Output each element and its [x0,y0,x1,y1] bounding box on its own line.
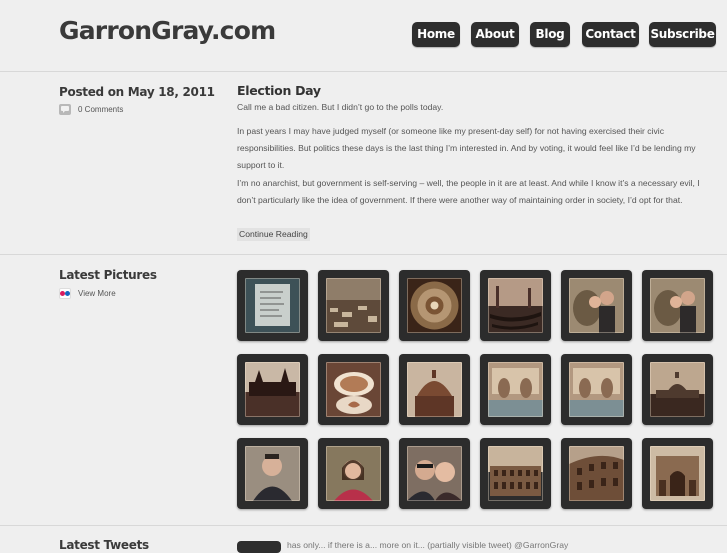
colosseum-photo [488,446,543,501]
venice-palace-photo [245,362,300,417]
photo-thumbnail[interactable] [237,270,308,341]
st-peters-photo [650,362,705,417]
couple-lion-statue-photo [650,278,705,333]
post-title[interactable]: Election Day [237,83,321,98]
latte-art-photo [326,362,381,417]
fountain-statues-photo [488,362,543,417]
photo-thumbnail[interactable] [480,354,551,425]
post-paragraph-2: In past years I may have judged myself (… [237,126,696,170]
photo-thumbnail[interactable] [399,438,470,509]
gondolas-photo [488,278,543,333]
photo-thumbnail[interactable] [399,270,470,341]
tweets-heading: Latest Tweets [59,538,149,552]
photo-thumbnail[interactable] [480,438,551,509]
man-portrait-photo [245,446,300,501]
nav-about-button[interactable]: About [471,22,519,47]
colosseum-wall-photo [569,446,624,501]
nav-contact-button[interactable]: Contact [582,22,639,47]
tweet-badge[interactable] [237,541,281,553]
site-title[interactable]: GarronGray.com [59,16,276,45]
church-dome-photo [407,362,462,417]
nav-subscribe-button[interactable]: Subscribe [649,22,716,47]
aerial-city-photo [326,278,381,333]
photo-thumbnail[interactable] [642,354,713,425]
tweet-text: has only... if there is a... more on it.… [287,540,569,550]
photo-thumbnail[interactable] [318,354,389,425]
photo-thumbnail[interactable] [237,354,308,425]
dome-interior-photo [407,278,462,333]
couple-selfie-photo [407,446,462,501]
post-paragraph-1: Call me a bad citizen. But I didn’t go t… [237,102,444,112]
post-date: Posted on May 18, 2011 [59,85,215,99]
comments-count: 0 Comments [78,105,124,114]
photo-thumbnail[interactable] [318,270,389,341]
photo-thumbnail[interactable] [642,270,713,341]
post-paragraph-3: I’m no anarchist, but government is self… [237,178,700,205]
flickr-icon [59,288,71,299]
note-card-photo [245,278,300,333]
view-more-link[interactable]: View More [59,288,129,300]
photo-thumbnail[interactable] [480,270,551,341]
header-divider [0,71,727,72]
nav-home-button[interactable]: Home [412,22,460,47]
couple-lion-statue-photo [569,278,624,333]
nav-blog-button[interactable]: Blog [530,22,570,47]
section-divider [0,525,727,526]
view-more-label: View More [78,289,116,298]
comment-icon [59,104,71,115]
woman-portrait-photo [326,446,381,501]
photo-thumbnail[interactable] [399,354,470,425]
photo-thumbnail[interactable] [561,438,632,509]
photo-thumbnail[interactable] [561,270,632,341]
photo-thumbnail[interactable] [318,438,389,509]
photo-thumbnail[interactable] [237,438,308,509]
continue-reading-link[interactable]: Continue Reading [237,228,310,241]
section-divider [0,254,727,255]
fountain-statues-photo [569,362,624,417]
post-comments-link[interactable]: 0 Comments [59,104,149,116]
arch-of-constantine-photo [650,446,705,501]
photo-thumbnail[interactable] [561,354,632,425]
photo-thumbnail[interactable] [642,438,713,509]
pictures-heading: Latest Pictures [59,268,157,282]
